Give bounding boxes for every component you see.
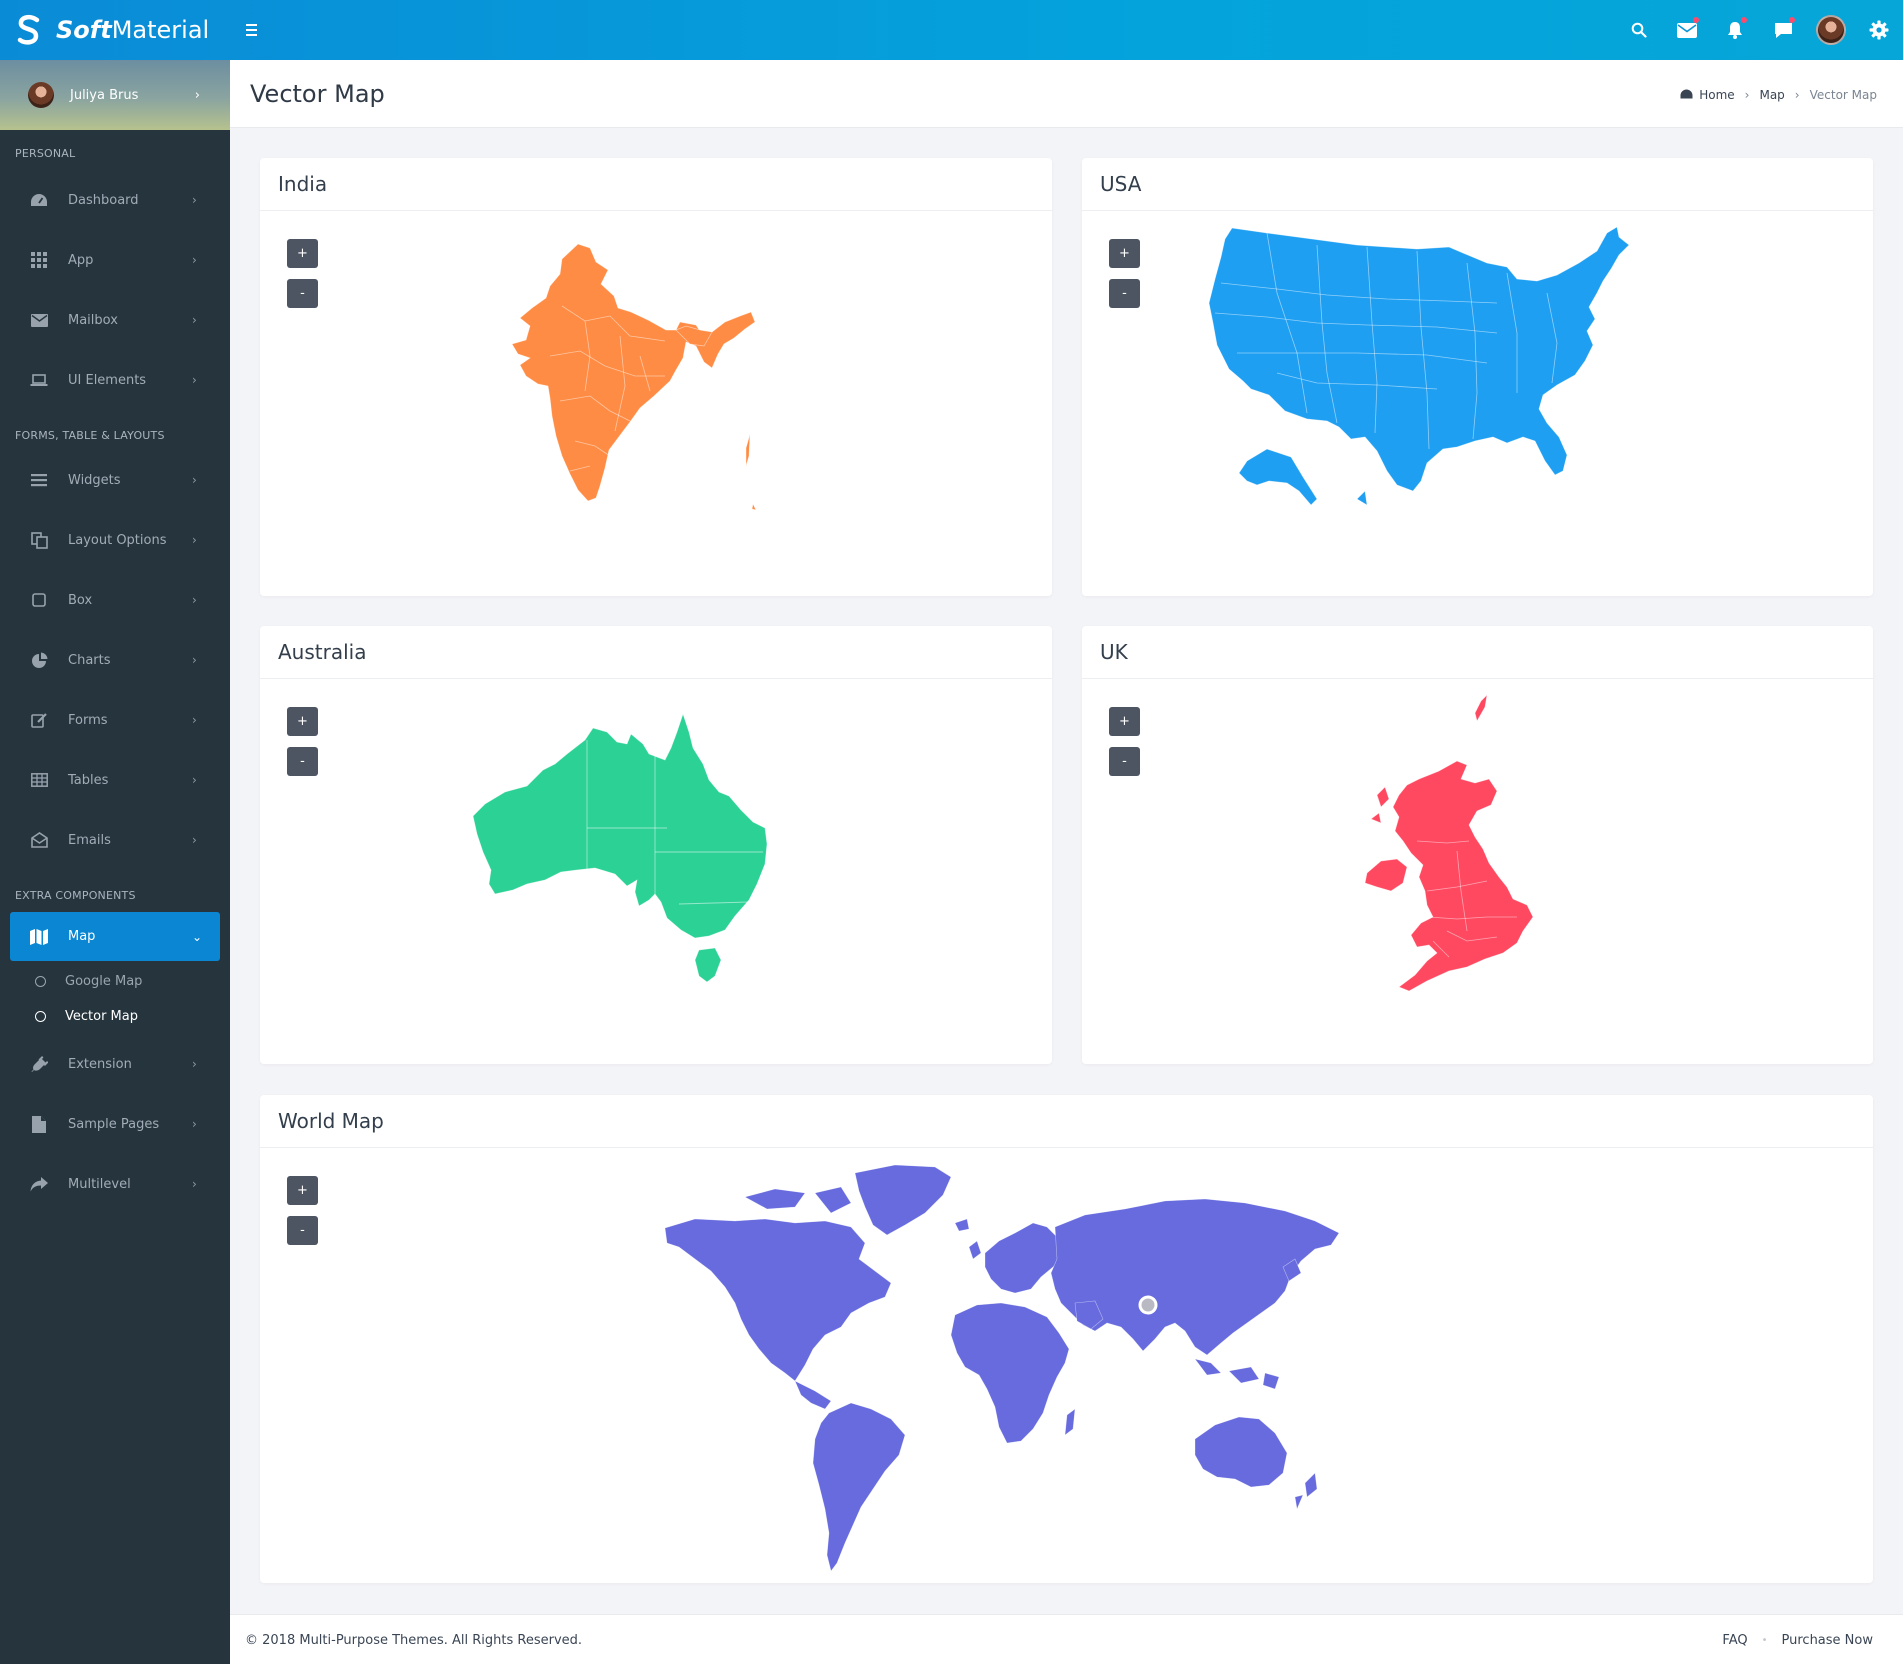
gear-icon[interactable] bbox=[1855, 0, 1903, 60]
sidebar-item-dashboard[interactable]: Dashboard › bbox=[0, 170, 230, 230]
nav-header-personal: PERSONAL bbox=[15, 147, 76, 160]
sidebar-item-mailbox[interactable]: Mailbox › bbox=[0, 290, 230, 350]
sidebar-item-emails[interactable]: Emails › bbox=[0, 810, 230, 870]
edit-icon bbox=[29, 710, 49, 730]
uk-map[interactable] bbox=[1357, 691, 1597, 1051]
zoom-in-button[interactable]: + bbox=[287, 1176, 318, 1205]
copyright-text: © 2018 Multi-Purpose Themes. All Rights … bbox=[245, 1633, 583, 1648]
breadcrumb-current: Vector Map bbox=[1809, 88, 1877, 102]
envelope-open-icon bbox=[29, 830, 49, 850]
world-map-card: World Map + - bbox=[260, 1095, 1873, 1583]
sidebar-subitem-google-map[interactable]: Google Map bbox=[0, 964, 230, 999]
footer: © 2018 Multi-Purpose Themes. All Rights … bbox=[230, 1614, 1903, 1664]
content-header: Vector Map Home › Map › Vector Map bbox=[230, 60, 1903, 128]
chevron-right-icon: › bbox=[1744, 88, 1750, 102]
file-icon bbox=[29, 1114, 49, 1134]
sidebar-item-sample-pages[interactable]: Sample Pages › bbox=[0, 1094, 230, 1154]
card-title: World Map bbox=[260, 1095, 1873, 1148]
zoom-out-button[interactable]: - bbox=[287, 747, 318, 776]
grid-icon bbox=[29, 250, 49, 270]
unread-dot bbox=[1693, 17, 1699, 23]
envelope-icon bbox=[29, 310, 49, 330]
avatar bbox=[28, 82, 54, 108]
sidebar-item-widgets[interactable]: Widgets › bbox=[0, 450, 230, 510]
australia-map-card: Australia + - bbox=[260, 626, 1052, 1064]
logo-s-icon bbox=[16, 14, 42, 46]
bell-icon[interactable] bbox=[1711, 0, 1759, 60]
copy-icon bbox=[29, 530, 49, 550]
brand-logo[interactable]: SoftMaterial bbox=[0, 0, 230, 60]
card-title: UK bbox=[1082, 626, 1873, 679]
sidebar-item-layout-options[interactable]: Layout Options › bbox=[0, 510, 230, 570]
sidebar-item-multilevel[interactable]: Multilevel › bbox=[0, 1154, 230, 1214]
zoom-in-button[interactable]: + bbox=[287, 707, 318, 736]
uk-map-card: UK + - bbox=[1082, 626, 1873, 1064]
sidebar-item-map[interactable]: Map ⌄ bbox=[10, 912, 220, 961]
sidebar-item-tables[interactable]: Tables › bbox=[0, 750, 230, 810]
pie-chart-icon bbox=[29, 650, 49, 670]
map-icon bbox=[29, 927, 49, 947]
chevron-right-icon: › bbox=[1794, 88, 1800, 102]
plug-icon bbox=[29, 1054, 49, 1074]
list-icon bbox=[29, 470, 49, 490]
sidebar: Juliya Brus › PERSONAL Dashboard › App ›… bbox=[0, 60, 230, 1664]
zoom-out-button[interactable]: - bbox=[287, 1216, 318, 1245]
breadcrumb-home-link[interactable]: Home bbox=[1699, 88, 1734, 102]
chevron-right-icon: › bbox=[194, 87, 200, 103]
zoom-out-button[interactable]: - bbox=[287, 279, 318, 308]
breadcrumb-map-link[interactable]: Map bbox=[1759, 88, 1784, 102]
sidebar-item-box[interactable]: Box › bbox=[0, 570, 230, 630]
sidebar-item-forms[interactable]: Forms › bbox=[0, 690, 230, 750]
nav-header-extra: EXTRA COMPONENTS bbox=[15, 889, 136, 902]
chevron-down-icon: ⌄ bbox=[192, 929, 203, 944]
zoom-out-button[interactable]: - bbox=[1109, 279, 1140, 308]
unread-dot bbox=[1741, 17, 1747, 23]
chat-icon[interactable] bbox=[1759, 0, 1807, 60]
india-map-card: India + - bbox=[260, 158, 1052, 596]
sidebar-toggle-icon[interactable] bbox=[246, 18, 266, 42]
dashboard-icon bbox=[29, 190, 49, 210]
zoom-in-button[interactable]: + bbox=[1109, 239, 1140, 268]
laptop-icon bbox=[29, 370, 49, 390]
card-title: India bbox=[260, 158, 1052, 211]
zoom-out-button[interactable]: - bbox=[1109, 747, 1140, 776]
brand-name: SoftMaterial bbox=[56, 16, 210, 44]
australia-map[interactable] bbox=[465, 704, 865, 1054]
top-navbar: SoftMaterial bbox=[0, 0, 1903, 60]
sidebar-item-charts[interactable]: Charts › bbox=[0, 630, 230, 690]
sidebar-item-extension[interactable]: Extension › bbox=[0, 1034, 230, 1094]
user-name: Juliya Brus bbox=[70, 87, 139, 103]
usa-map[interactable] bbox=[1207, 223, 1647, 573]
card-title: Australia bbox=[260, 626, 1052, 679]
card-title: USA bbox=[1082, 158, 1873, 211]
sidebar-item-app[interactable]: App › bbox=[0, 230, 230, 290]
sidebar-subitem-vector-map[interactable]: Vector Map bbox=[0, 999, 230, 1034]
zoom-in-button[interactable]: + bbox=[287, 239, 318, 268]
india-map[interactable] bbox=[490, 226, 860, 576]
mail-notification-icon[interactable] bbox=[1663, 0, 1711, 60]
world-map[interactable] bbox=[655, 1163, 1475, 1583]
user-panel[interactable]: Juliya Brus › bbox=[0, 60, 230, 130]
circle-icon bbox=[35, 976, 46, 987]
share-icon bbox=[29, 1174, 49, 1194]
breadcrumb: Home › Map › Vector Map bbox=[1680, 88, 1877, 102]
faq-link[interactable]: FAQ bbox=[1722, 1633, 1747, 1648]
table-icon bbox=[29, 770, 49, 790]
dashboard-icon bbox=[1680, 89, 1693, 102]
usa-map-card: USA + - bbox=[1082, 158, 1873, 596]
unread-dot bbox=[1789, 17, 1795, 23]
page-title: Vector Map bbox=[250, 80, 385, 108]
sidebar-item-ui-elements[interactable]: UI Elements › bbox=[0, 350, 230, 410]
user-avatar[interactable] bbox=[1807, 0, 1855, 60]
map-marker[interactable] bbox=[1138, 1295, 1158, 1315]
purchase-now-link[interactable]: Purchase Now bbox=[1782, 1633, 1873, 1648]
circle-icon bbox=[35, 1011, 46, 1022]
nav-header-forms: FORMS, TABLE & LAYOUTS bbox=[15, 429, 165, 442]
search-icon[interactable] bbox=[1615, 0, 1663, 60]
square-icon bbox=[29, 590, 49, 610]
zoom-in-button[interactable]: + bbox=[1109, 707, 1140, 736]
